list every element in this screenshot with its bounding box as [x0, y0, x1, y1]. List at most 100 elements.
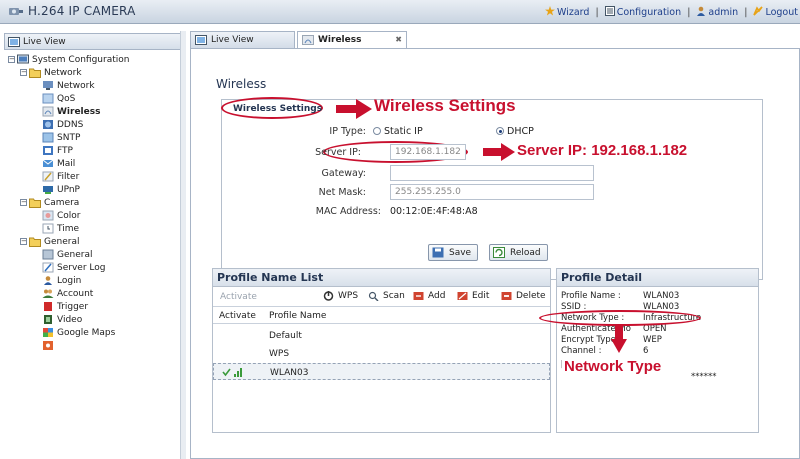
app-icon	[43, 341, 53, 350]
main-tabs: Live View Wireless ✖	[190, 31, 800, 49]
mail-icon	[42, 159, 54, 167]
scan-icon	[368, 291, 379, 301]
main-content: Wireless Wireless Settings Wireless Sett…	[190, 48, 800, 459]
add-button[interactable]: Add	[413, 291, 445, 301]
tree-item-trigger[interactable]: Trigger	[42, 300, 88, 313]
save-icon	[432, 247, 444, 258]
network-icon	[43, 81, 53, 90]
tree-item-ddns[interactable]: DDNS	[42, 118, 83, 131]
tree-root[interactable]: − System Configuration	[8, 53, 129, 66]
gateway-label: Gateway:	[321, 168, 366, 179]
tree-item-sntp[interactable]: SNTP	[42, 131, 80, 144]
tab-wireless[interactable]: Wireless ✖	[297, 31, 407, 49]
ddns-icon	[43, 120, 53, 129]
tree-item-wireless[interactable]: Wireless	[42, 105, 100, 118]
active-signal-icon	[222, 368, 242, 377]
admin-label: admin	[708, 7, 739, 18]
tree-item-mail[interactable]: Mail	[42, 157, 75, 170]
close-tab-icon[interactable]: ✖	[395, 35, 402, 44]
tree-item-time[interactable]: Time	[42, 222, 79, 235]
logout-link[interactable]: Logout	[750, 6, 798, 18]
live-view-tab[interactable]: Live View	[4, 33, 181, 50]
wireless-icon	[302, 35, 314, 45]
static-ip-radio[interactable]: Static IP	[373, 126, 423, 137]
column-profile-name: Profile Name	[269, 311, 327, 321]
profile-list-title: Profile Name List	[213, 269, 550, 287]
delete-button[interactable]: Delete	[501, 291, 546, 301]
dhcp-radio[interactable]: DHCP	[496, 126, 534, 137]
tree-general[interactable]: − General	[20, 235, 79, 248]
activate-button[interactable]: Activate	[220, 292, 257, 302]
panel-splitter[interactable]	[180, 31, 186, 459]
wizard-icon	[545, 6, 556, 16]
edit-button[interactable]: Edit	[457, 291, 489, 301]
collapse-icon[interactable]: −	[20, 238, 27, 245]
tree-item-extra[interactable]	[42, 339, 57, 352]
admin-link[interactable]: admin	[693, 6, 741, 18]
wizard-link[interactable]: Wizard	[545, 6, 592, 18]
tree-item-upnp[interactable]: UPnP	[42, 183, 80, 196]
tree-item-color[interactable]: Color	[42, 209, 81, 222]
reload-button[interactable]: Reload	[489, 244, 548, 261]
folder-icon	[29, 68, 41, 78]
app-title: H.264 IP CAMERA	[28, 4, 136, 18]
tree-item-general[interactable]: General	[42, 248, 92, 261]
left-panel: Live View − System Configuration − Netwo…	[0, 31, 186, 459]
system-config-icon	[17, 54, 29, 64]
server-ip-field[interactable]: 192.168.1.182	[390, 144, 466, 160]
user-icon	[697, 6, 706, 16]
add-icon	[413, 292, 424, 300]
wireless-icon	[42, 106, 54, 117]
netmask-field[interactable]: 255.255.255.0	[390, 184, 594, 200]
account-icon	[42, 289, 54, 298]
mac-address-value: 00:12:0E:4F:48:A8	[390, 206, 478, 217]
tree-item-filter[interactable]: Filter	[42, 170, 79, 183]
live-view-label: Live View	[23, 36, 66, 47]
reload-icon	[493, 247, 505, 258]
wps-icon	[323, 291, 334, 301]
reload-label: Reload	[510, 247, 541, 258]
tree-item-video[interactable]: Video	[42, 313, 82, 326]
table-row[interactable]: Default	[213, 327, 550, 344]
save-label: Save	[449, 247, 472, 258]
folder-icon	[29, 198, 41, 208]
tree-item-network[interactable]: Network	[42, 79, 95, 92]
tree-item-server-log[interactable]: Server Log	[42, 261, 105, 274]
tree-item-account[interactable]: Account	[42, 287, 93, 300]
save-button[interactable]: Save	[428, 244, 479, 261]
tree-camera[interactable]: − Camera	[20, 196, 79, 209]
general-icon	[42, 249, 54, 260]
collapse-icon[interactable]: −	[20, 199, 27, 206]
tree-general-label: General	[44, 236, 80, 247]
gateway-field[interactable]	[390, 165, 594, 181]
logout-icon	[753, 6, 764, 16]
tree-item-qos[interactable]: QoS	[42, 92, 75, 105]
tree-network[interactable]: − Network	[20, 66, 82, 79]
wps-button[interactable]: WPS	[323, 291, 358, 301]
header-nav: Wizard | Configuration | admin | Logout	[545, 6, 798, 18]
server-log-icon	[42, 262, 54, 273]
tree-item-login[interactable]: Login	[42, 274, 81, 287]
tree-camera-label: Camera	[44, 197, 80, 208]
tree-root-label: System Configuration	[32, 54, 130, 65]
tab-live-view[interactable]: Live View	[190, 31, 295, 49]
profile-detail-title: Profile Detail	[557, 269, 758, 287]
annotation-server-ip: Server IP: 192.168.1.182	[517, 142, 688, 159]
camera-logo-icon	[9, 8, 23, 15]
configuration-link[interactable]: Configuration	[602, 6, 685, 18]
collapse-icon[interactable]: −	[8, 56, 15, 63]
tree-item-google-maps[interactable]: Google Maps	[42, 326, 115, 339]
scan-button[interactable]: Scan	[368, 291, 405, 301]
collapse-icon[interactable]: −	[20, 69, 27, 76]
table-row[interactable]: WPS	[213, 345, 550, 362]
ftp-icon	[43, 146, 53, 155]
configuration-icon	[604, 6, 615, 16]
table-row[interactable]: WLAN03	[213, 363, 550, 380]
tree-item-ftp[interactable]: FTP	[42, 144, 73, 157]
live-view-icon	[8, 36, 20, 47]
ip-type-label: IP Type:	[329, 126, 366, 137]
color-icon	[42, 210, 54, 221]
annotation-wireless-settings: Wireless Settings	[374, 96, 516, 115]
detail-row: Channel :6	[561, 346, 649, 356]
annotation-arrow-down-icon	[611, 325, 627, 353]
